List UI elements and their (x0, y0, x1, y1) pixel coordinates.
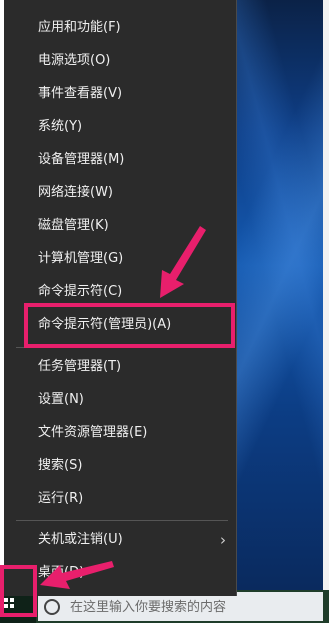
menu-item-label: 文件资源管理器(E) (38, 425, 148, 440)
annotation-arrow-icon (40, 561, 114, 589)
menu-item-network-connections[interactable]: 网络连接(W) (4, 177, 236, 209)
menu-separator (16, 520, 228, 521)
menu-item-shutdown-signout[interactable]: 关机或注销(U) › (4, 524, 236, 556)
menu-item-label: 任务管理器(T) (38, 359, 122, 374)
menu-item-label: 搜索(S) (38, 458, 83, 473)
menu-item-file-explorer[interactable]: 文件资源管理器(E) (4, 417, 236, 449)
menu-item-label: 设置(N) (38, 392, 84, 407)
wallpaper-light-beam (236, 0, 329, 590)
menu-item-label: 设备管理器(M) (38, 152, 125, 167)
menu-item-apps-features[interactable]: 应用和功能(F) (4, 12, 236, 44)
menu-item-label: 电源选项(O) (38, 53, 111, 68)
menu-item-label: 事件查看器(V) (38, 86, 123, 101)
chevron-right-icon: › (220, 531, 226, 549)
menu-item-label: 系统(Y) (38, 119, 83, 134)
menu-item-task-manager[interactable]: 任务管理器(T) (4, 351, 236, 383)
menu-item-label: 计算机管理(G) (38, 251, 124, 266)
menu-item-device-manager[interactable]: 设备管理器(M) (4, 144, 236, 176)
menu-item-system[interactable]: 系统(Y) (4, 111, 236, 143)
menu-item-label: 运行(R) (38, 491, 84, 506)
annotation-highlight-start (0, 565, 37, 617)
menu-item-search[interactable]: 搜索(S) (4, 450, 236, 482)
annotation-arrow-icon (160, 226, 206, 298)
menu-item-label: 应用和功能(F) (38, 20, 121, 35)
window-edge (323, 0, 329, 590)
desktop-wallpaper (236, 0, 329, 590)
menu-item-label: 磁盘管理(K) (38, 218, 109, 233)
search-icon (44, 599, 60, 615)
menu-item-power-options[interactable]: 电源选项(O) (4, 45, 236, 77)
menu-item-run[interactable]: 运行(R) (4, 483, 236, 515)
menu-item-event-viewer[interactable]: 事件查看器(V) (4, 78, 236, 110)
annotation-highlight-admin-cmd (24, 303, 235, 348)
menu-item-label: 网络连接(W) (38, 185, 113, 200)
search-placeholder: 在这里输入你要搜索的内容 (70, 600, 227, 615)
menu-item-label: 关机或注销(U) (38, 532, 123, 547)
menu-item-settings[interactable]: 设置(N) (4, 384, 236, 416)
